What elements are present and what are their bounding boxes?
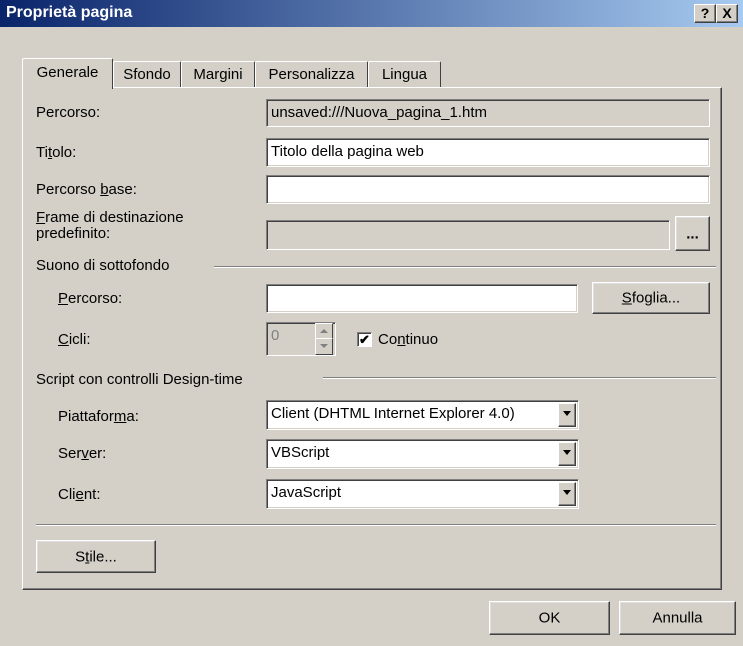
- chevron-up-icon: [320, 329, 328, 333]
- client-value: JavaScript: [271, 484, 342, 501]
- tab-personalizza[interactable]: Personalizza: [255, 61, 368, 88]
- spin-down-button[interactable]: [315, 338, 333, 355]
- title-input[interactable]: Titolo della pagina web: [266, 138, 710, 167]
- platform-value: Client (DHTML Internet Explorer 4.0): [271, 405, 515, 422]
- continuous-checkbox[interactable]: ✔: [357, 332, 372, 347]
- title-bar: Proprietà pagina ? X: [0, 0, 743, 27]
- tab-label: Margini: [193, 66, 243, 83]
- browse-button[interactable]: Sfoglia...: [592, 282, 710, 314]
- continuous-label: Cotinuontinuo: [378, 331, 439, 348]
- client-label: Client:: [58, 486, 101, 503]
- tab-margini[interactable]: Margini: [181, 61, 255, 88]
- style-label: Stile...: [75, 548, 117, 565]
- base-path-label: Percorso base:: [36, 181, 137, 198]
- style-button[interactable]: Stile...: [36, 540, 156, 573]
- background-sound-group-label: Suono di sottofondo: [36, 257, 170, 274]
- sound-path-label: Percorso:: [58, 290, 123, 307]
- help-icon: ?: [700, 5, 710, 21]
- loops-value: 0: [271, 327, 280, 344]
- help-button[interactable]: ?: [694, 4, 716, 23]
- dialog-title: Proprietà pagina: [6, 4, 133, 21]
- tab-label: Lingua: [381, 66, 428, 83]
- sound-path-input[interactable]: [266, 284, 578, 313]
- cancel-label: Annulla: [652, 609, 703, 627]
- tab-generale[interactable]: Generale: [22, 58, 113, 89]
- tab-label: Personalizza: [268, 66, 355, 83]
- target-frame-label: Frame di destinazione predefinito:: [36, 209, 184, 242]
- tab-sfondo[interactable]: Sfondo: [113, 61, 181, 88]
- ok-label: OK: [538, 609, 561, 627]
- path-value: unsaved:///Nuova_pagina_1.htm: [271, 104, 487, 121]
- server-select[interactable]: VBScript: [266, 439, 579, 469]
- title-label: Titolo:: [36, 144, 77, 161]
- server-value: VBScript: [271, 444, 330, 461]
- chevron-down-icon[interactable]: [558, 482, 576, 506]
- target-frame-field: [266, 220, 670, 250]
- chevron-down-icon: [320, 344, 328, 348]
- design-time-script-group-label: Script con controlli Design-time: [36, 371, 243, 388]
- tab-label: Generale: [36, 64, 99, 81]
- platform-label: Piattaforma:: [58, 408, 139, 425]
- cancel-button[interactable]: Annulla: [619, 601, 736, 635]
- target-frame-edit-button[interactable]: ...: [675, 216, 710, 251]
- server-label: Server:: [58, 445, 107, 462]
- client-select[interactable]: JavaScript: [266, 479, 579, 509]
- chevron-down-icon[interactable]: [558, 442, 576, 466]
- tab-label: Sfondo: [123, 66, 171, 83]
- path-readonly-field: unsaved:///Nuova_pagina_1.htm: [266, 99, 710, 127]
- title-value: Titolo della pagina web: [271, 143, 424, 160]
- close-button[interactable]: X: [716, 4, 738, 23]
- base-path-input[interactable]: [266, 175, 710, 204]
- platform-select[interactable]: Client (DHTML Internet Explorer 4.0): [266, 400, 579, 430]
- loops-spinner: 0: [266, 322, 336, 356]
- path-label: Percorso:: [36, 104, 101, 121]
- group-divider: [323, 377, 716, 379]
- close-icon: X: [722, 5, 732, 21]
- panel-divider: [36, 524, 716, 526]
- group-divider: [214, 266, 716, 268]
- loops-label: Cicli:: [58, 331, 91, 348]
- edit-pencil-icon: ...: [686, 225, 699, 242]
- page-properties-dialog: Proprietà pagina ? X Generale Sfondo Mar…: [0, 0, 743, 646]
- browse-label: Sfoglia...: [621, 289, 681, 307]
- tab-lingua[interactable]: Lingua: [368, 61, 441, 88]
- ok-button[interactable]: OK: [489, 601, 610, 635]
- chevron-down-icon[interactable]: [558, 403, 576, 427]
